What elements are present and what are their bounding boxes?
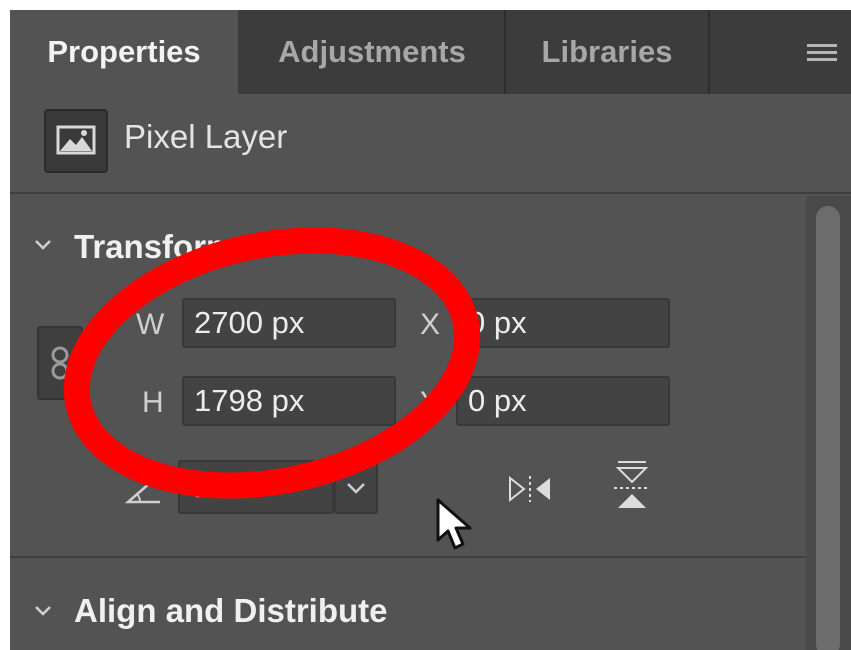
height-field[interactable]: 1798 px [182,376,396,426]
tab-bar: Properties Adjustments Libraries [10,10,851,94]
angle-field[interactable]: 0.00° [178,460,334,514]
image-icon [44,109,108,173]
link-dimensions-button[interactable] [37,326,83,400]
flip-vertical-icon[interactable] [610,458,654,519]
layer-type-label: Pixel Layer [124,118,288,155]
tab-adjustments[interactable]: Adjustments [238,10,506,94]
width-label: W [136,308,165,341]
mouse-cursor-icon [434,496,478,561]
properties-panel: Properties Adjustments Libraries Pixel L… [10,10,851,650]
y-label: Y [420,386,441,419]
angle-icon [124,472,164,511]
x-label: X [420,308,441,341]
chevron-down-icon[interactable] [34,602,52,620]
x-position-field[interactable]: 0 px [456,298,670,348]
y-position-field[interactable]: 0 px [456,376,670,426]
height-label: H [142,386,164,419]
chevron-down-icon[interactable] [34,236,52,254]
align-distribute-section-title[interactable]: Align and Distribute [74,592,388,630]
flip-horizontal-icon[interactable] [506,472,554,511]
angle-dropdown-button[interactable] [334,460,378,514]
tab-divider [708,10,710,94]
width-field[interactable]: 2700 px [182,298,396,348]
tab-libraries[interactable]: Libraries [506,10,708,94]
panel-menu-icon[interactable] [807,44,837,62]
tab-properties[interactable]: Properties [10,10,238,94]
section-divider [10,556,806,558]
layer-info-row: Pixel Layer [10,94,851,194]
transform-section-title[interactable]: Transform [74,228,235,266]
scrollbar-thumb[interactable] [816,206,840,650]
